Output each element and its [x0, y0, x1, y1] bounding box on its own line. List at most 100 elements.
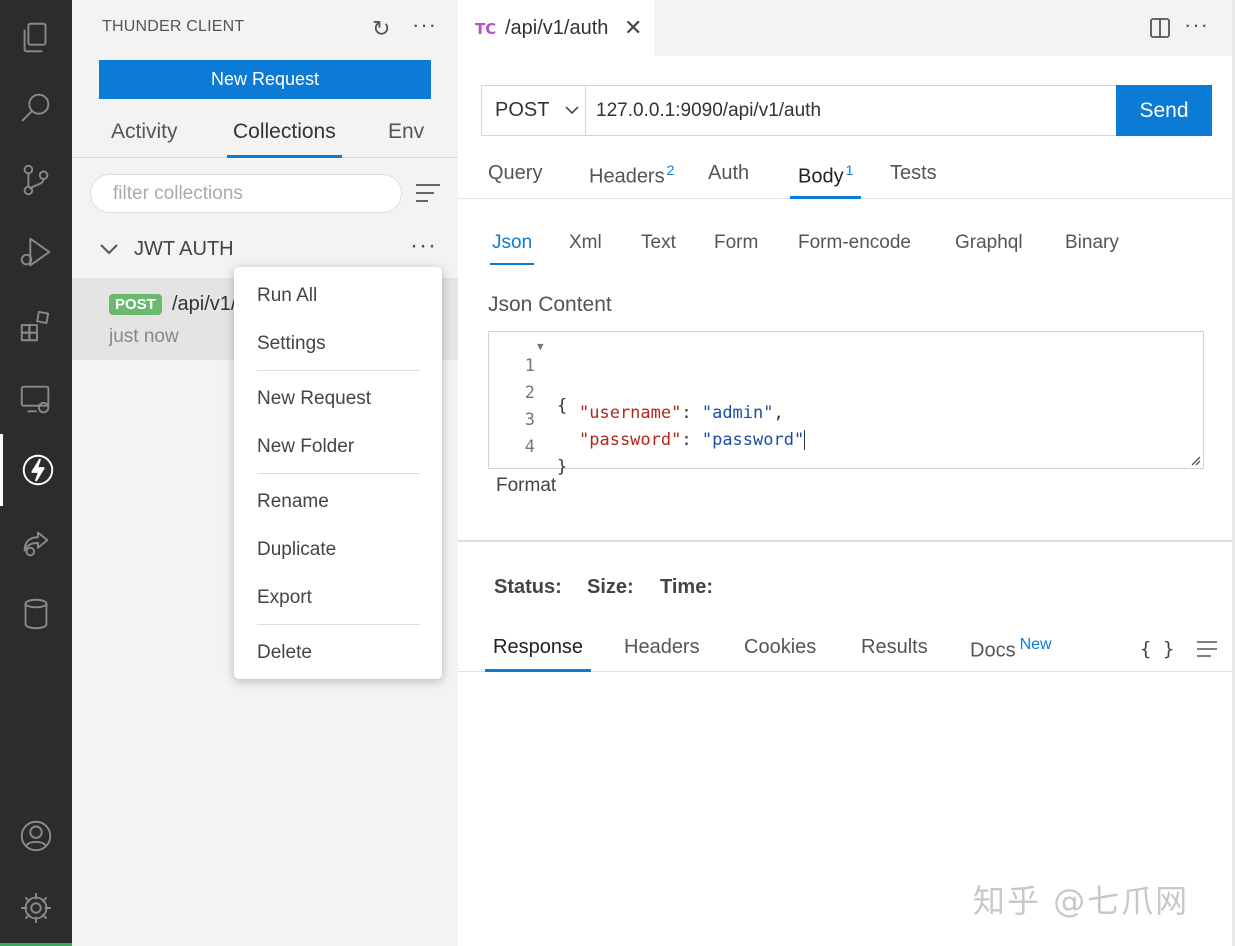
split-editor-icon[interactable] [1150, 18, 1170, 38]
activity-bar [0, 0, 72, 946]
tab-body[interactable]: Body 1 [790, 162, 862, 199]
menu-item-delete[interactable]: Delete [257, 642, 312, 664]
braces-icon[interactable]: { } [1140, 638, 1174, 660]
filter-collections-input[interactable] [90, 174, 402, 213]
fold-toggle-icon[interactable]: ▼ [537, 340, 544, 353]
method-select-value: POST [495, 99, 550, 121]
size-label: Size: [587, 576, 634, 598]
explorer-icon[interactable] [0, 2, 72, 74]
body-type-tabs: Json Xml Text Form Form-encode Graphql B… [458, 228, 1235, 268]
method-badge: POST [109, 294, 162, 315]
time-label: Time: [660, 576, 713, 598]
collection-context-menu: Run All Settings New Request New Folder … [234, 267, 442, 679]
sort-menu-icon[interactable] [415, 182, 441, 204]
more-actions-icon[interactable]: ··· [1184, 12, 1209, 38]
url-bar: POST Send [481, 85, 1212, 136]
editor-tab-bar: TC /api/v1/auth ✕ ··· [458, 0, 1235, 56]
tab-results[interactable]: Results [861, 636, 928, 672]
body-tab-graphql[interactable]: Graphql [955, 232, 1023, 265]
tab-cookies[interactable]: Cookies [744, 636, 816, 672]
pane-divider[interactable] [458, 540, 1235, 542]
response-tabs: Response Headers Cookies Results Docs New… [458, 628, 1235, 672]
code-line: 3 "password": "password" [489, 390, 1189, 450]
editor-tab[interactable]: TC /api/v1/auth ✕ [458, 0, 654, 56]
tab-badge: 2 [666, 162, 675, 178]
request-tabs: Query Headers 2 Auth Body 1 Tests [458, 152, 1235, 199]
body-tab-json[interactable]: Json [490, 232, 535, 265]
body-tab-xml[interactable]: Xml [569, 232, 602, 265]
run-debug-icon[interactable] [0, 216, 72, 288]
editor-tab-title: /api/v1/auth [505, 17, 609, 39]
code-line: 1 ▼ { [489, 336, 1189, 416]
tab-label: Body [798, 165, 844, 188]
body-tab-form-encode[interactable]: Form-encode [798, 232, 911, 265]
json-code-editor[interactable]: 1 ▼ { 2 "username": "admin", 3 "password… [488, 331, 1204, 477]
tab-label: Cookies [744, 636, 817, 658]
watermark-text: 知乎 @七爪网 [973, 882, 1190, 920]
extensions-icon[interactable] [0, 290, 72, 362]
menu-item-settings[interactable]: Settings [257, 333, 326, 355]
menu-separator [257, 624, 420, 625]
body-tab-form[interactable]: Form [714, 232, 758, 265]
code-line: 4 } [489, 417, 1189, 477]
tab-tests[interactable]: Tests [890, 162, 937, 199]
menu-separator [257, 370, 420, 371]
tab-response[interactable]: Response [485, 636, 592, 672]
method-select[interactable]: POST [481, 85, 586, 136]
tab-label: Query [488, 162, 543, 184]
remote-explorer-icon[interactable] [0, 363, 72, 435]
more-actions-icon[interactable]: ··· [412, 12, 437, 38]
json-content-label: Json Content [488, 293, 612, 316]
tab-activity[interactable]: Activity [111, 120, 178, 158]
url-input[interactable] [586, 85, 1117, 136]
tab-collections[interactable]: Collections [227, 120, 342, 158]
chevron-down-icon [565, 106, 579, 115]
menu-item-export[interactable]: Export [257, 587, 312, 609]
account-icon[interactable] [0, 800, 72, 872]
tab-label: Response [493, 636, 584, 658]
menu-item-new-folder[interactable]: New Folder [257, 436, 354, 458]
tab-response-headers[interactable]: Headers [624, 636, 700, 672]
body-tab-text[interactable]: Text [641, 232, 676, 265]
tab-query[interactable]: Query [488, 162, 542, 199]
new-badge: New [1019, 636, 1052, 653]
request-path: /api/v1/auth [172, 293, 234, 315]
body-tab-binary[interactable]: Binary [1065, 232, 1119, 265]
tab-label: Headers [589, 165, 665, 188]
collection-name: JWT AUTH [134, 238, 234, 260]
menu-item-run-all[interactable]: Run All [257, 285, 317, 307]
tab-label: Tests [890, 162, 937, 184]
code-text: } [557, 457, 568, 477]
database-icon[interactable] [0, 578, 72, 650]
tab-auth[interactable]: Auth [708, 162, 749, 199]
resize-handle-icon[interactable] [1189, 454, 1201, 466]
live-share-icon[interactable] [0, 506, 72, 578]
collection-more-icon[interactable]: ··· [410, 232, 437, 260]
tab-docs[interactable]: Docs New [970, 636, 1052, 672]
sidebar-title: THUNDER CLIENT [102, 18, 245, 35]
tab-badge: 1 [845, 162, 854, 178]
close-icon[interactable]: ✕ [624, 15, 642, 41]
code-line: 2 "username": "admin", [489, 363, 1189, 423]
chevron-down-icon[interactable] [98, 238, 120, 260]
refresh-icon[interactable]: ↻ [372, 16, 390, 42]
source-control-icon[interactable] [0, 144, 72, 216]
format-button[interactable]: Format [496, 475, 556, 497]
line-number: 4 [524, 437, 535, 457]
menu-item-duplicate[interactable]: Duplicate [257, 539, 336, 561]
thunder-client-tab-icon: TC [475, 20, 497, 38]
request-time: just now [109, 326, 179, 347]
sidebar-tabs: Activity Collections Env [72, 112, 458, 158]
tab-label: Headers [624, 636, 700, 658]
tab-headers[interactable]: Headers 2 [589, 162, 674, 199]
thunder-client-icon[interactable] [0, 434, 72, 506]
send-button[interactable]: Send [1116, 85, 1212, 136]
search-icon[interactable] [0, 72, 72, 144]
settings-gear-icon[interactable] [0, 872, 72, 944]
collection-header[interactable]: JWT AUTH ··· [72, 228, 458, 272]
new-request-button[interactable]: New Request [99, 60, 431, 99]
menu-item-new-request[interactable]: New Request [257, 388, 371, 410]
wrap-lines-icon[interactable] [1196, 640, 1218, 658]
tab-env[interactable]: Env [388, 120, 424, 158]
menu-item-rename[interactable]: Rename [257, 491, 329, 513]
